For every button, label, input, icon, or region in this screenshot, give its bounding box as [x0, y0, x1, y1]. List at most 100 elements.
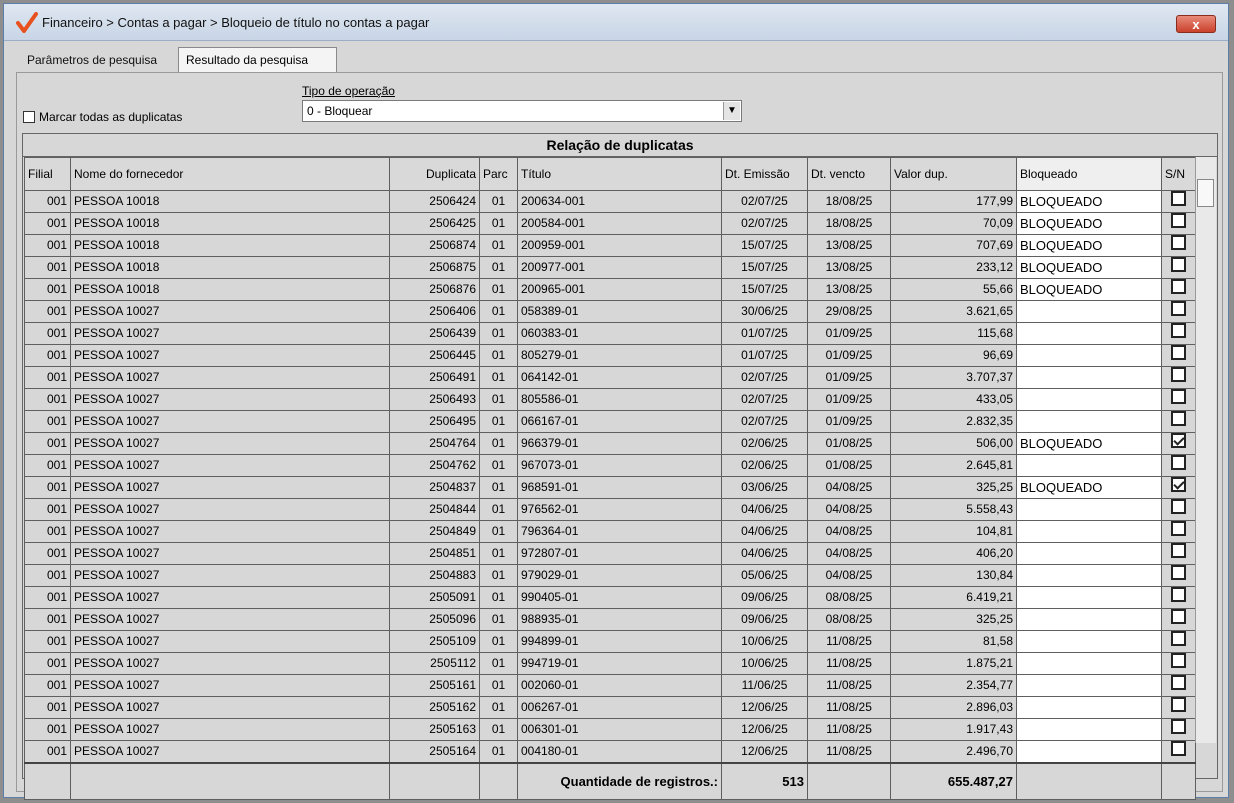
cell-filial: 001 [24, 498, 71, 521]
row-select-checkbox[interactable] [1171, 433, 1186, 448]
table-row[interactable]: 001 PESSOA 10027 2505164 01 004180-01 12/06/2… [24, 740, 1196, 764]
col-header-emissao[interactable]: Dt. Emissão [721, 157, 808, 191]
scrollbar-thumb[interactable] [1197, 179, 1214, 207]
table-row[interactable]: 001 PESSOA 10018 2506876 01 200965-001 15/07/… [24, 278, 1196, 301]
cell-bloqueado[interactable]: BLOQUEADO [1016, 234, 1162, 257]
cell-bloqueado[interactable] [1016, 586, 1162, 609]
row-select-checkbox[interactable] [1171, 719, 1186, 734]
col-header-vencto[interactable]: Dt. vencto [807, 157, 891, 191]
mark-all-checkbox[interactable] [23, 110, 35, 123]
col-header-duplicata[interactable]: Duplicata [389, 157, 480, 191]
cell-bloqueado[interactable] [1016, 388, 1162, 411]
table-row[interactable]: 001 PESSOA 10018 2506874 01 200959-001 15/07/… [24, 234, 1196, 257]
row-select-checkbox[interactable] [1171, 345, 1186, 360]
col-header-bloqueado[interactable]: Bloqueado [1016, 157, 1162, 191]
table-row[interactable]: 001 PESSOA 10027 2504762 01 967073-01 02/06/2… [24, 454, 1196, 477]
row-select-checkbox[interactable] [1171, 367, 1186, 382]
table-row[interactable]: 001 PESSOA 10027 2505162 01 006267-01 12/06/2… [24, 696, 1196, 719]
cell-bloqueado[interactable] [1016, 366, 1162, 389]
cell-bloqueado[interactable] [1016, 542, 1162, 565]
row-select-checkbox[interactable] [1171, 653, 1186, 668]
table-row[interactable]: 001 PESSOA 10027 2506493 01 805586-01 02/07/2… [24, 388, 1196, 411]
cell-bloqueado[interactable] [1016, 344, 1162, 367]
row-select-checkbox[interactable] [1171, 587, 1186, 602]
cell-fornecedor: PESSOA 10027 [70, 300, 390, 323]
row-select-checkbox[interactable] [1171, 257, 1186, 272]
table-row[interactable]: 001 PESSOA 10027 2504764 01 966379-01 02/06/2… [24, 432, 1196, 455]
table-row[interactable]: 001 PESSOA 10027 2505096 01 988935-01 09/06/2… [24, 608, 1196, 631]
cell-bloqueado[interactable] [1016, 652, 1162, 675]
cell-bloqueado[interactable] [1016, 696, 1162, 719]
table-row[interactable]: 001 PESSOA 10027 2504849 01 796364-01 04/06/2… [24, 520, 1196, 543]
table-row[interactable]: 001 PESSOA 10027 2505112 01 994719-01 10/06/2… [24, 652, 1196, 675]
col-header-filial[interactable]: Filial [24, 157, 71, 191]
row-select-checkbox[interactable] [1171, 675, 1186, 690]
row-select-checkbox[interactable] [1171, 697, 1186, 712]
table-row[interactable]: 001 PESSOA 10018 2506424 01 200634-001 02/07/… [24, 190, 1196, 213]
vertical-scrollbar[interactable] [1195, 157, 1216, 743]
tab-parametros-pesquisa[interactable]: Parâmetros de pesquisa [20, 48, 176, 72]
table-row[interactable]: 001 PESSOA 10027 2505163 01 006301-01 12/06/2… [24, 718, 1196, 741]
row-select-checkbox[interactable] [1171, 521, 1186, 536]
cell-bloqueado[interactable]: BLOQUEADO [1016, 278, 1162, 301]
cell-bloqueado[interactable] [1016, 740, 1162, 764]
cell-bloqueado[interactable] [1016, 674, 1162, 697]
cell-bloqueado[interactable]: BLOQUEADO [1016, 432, 1162, 455]
col-header-parc[interactable]: Parc [479, 157, 518, 191]
row-select-checkbox[interactable] [1171, 301, 1186, 316]
row-select-checkbox[interactable] [1171, 741, 1186, 756]
tab-resultado-pesquisa[interactable]: Resultado da pesquisa [178, 47, 337, 73]
close-button[interactable]: x [1176, 15, 1216, 33]
row-select-checkbox[interactable] [1171, 411, 1186, 426]
dropdown-arrow-icon[interactable]: ▼ [723, 102, 740, 120]
col-header-fornecedor[interactable]: Nome do fornecedor [70, 157, 390, 191]
mark-all-control[interactable]: Marcar todas as duplicatas [23, 109, 182, 124]
row-select-checkbox[interactable] [1171, 543, 1186, 558]
col-header-valor[interactable]: Valor dup. [890, 157, 1017, 191]
table-row[interactable]: 001 PESSOA 10027 2504883 01 979029-01 05/06/2… [24, 564, 1196, 587]
cell-bloqueado[interactable] [1016, 410, 1162, 433]
table-row[interactable]: 001 PESSOA 10027 2505091 01 990405-01 09/06/2… [24, 586, 1196, 609]
table-row[interactable]: 001 PESSOA 10027 2506495 01 066167-01 02/07/2… [24, 410, 1196, 433]
cell-bloqueado[interactable] [1016, 498, 1162, 521]
cell-bloqueado[interactable]: BLOQUEADO [1016, 256, 1162, 279]
cell-bloqueado[interactable]: BLOQUEADO [1016, 476, 1162, 499]
table-row[interactable]: 001 PESSOA 10027 2506406 01 058389-01 30/06/2… [24, 300, 1196, 323]
cell-bloqueado[interactable]: BLOQUEADO [1016, 190, 1162, 213]
cell-bloqueado[interactable] [1016, 520, 1162, 543]
row-select-checkbox[interactable] [1171, 565, 1186, 580]
table-row[interactable]: 001 PESSOA 10027 2506491 01 064142-01 02/07/2… [24, 366, 1196, 389]
table-row[interactable]: 001 PESSOA 10027 2506445 01 805279-01 01/07/2… [24, 344, 1196, 367]
table-row[interactable]: 001 PESSOA 10027 2505161 01 002060-01 11/06/2… [24, 674, 1196, 697]
table-row[interactable]: 001 PESSOA 10018 2506425 01 200584-001 02/07/… [24, 212, 1196, 235]
table-row[interactable]: 001 PESSOA 10027 2504844 01 976562-01 04/06/2… [24, 498, 1196, 521]
cell-bloqueado[interactable] [1016, 300, 1162, 323]
row-select-checkbox[interactable] [1171, 191, 1186, 206]
table-row[interactable]: 001 PESSOA 10027 2506439 01 060383-01 01/07/2… [24, 322, 1196, 345]
cell-bloqueado[interactable] [1016, 454, 1162, 477]
table-row[interactable]: 001 PESSOA 10018 2506875 01 200977-001 15/07/… [24, 256, 1196, 279]
operation-type-select[interactable]: 0 - Bloquear ▼ [302, 100, 742, 122]
row-select-checkbox[interactable] [1171, 235, 1186, 250]
table-row[interactable]: 001 PESSOA 10027 2505109 01 994899-01 10/06/2… [24, 630, 1196, 653]
cell-bloqueado[interactable] [1016, 718, 1162, 741]
col-header-sn[interactable]: S/N [1161, 157, 1196, 191]
row-select-checkbox[interactable] [1171, 499, 1186, 514]
table-row[interactable]: 001 PESSOA 10027 2504851 01 972807-01 04/06/2… [24, 542, 1196, 565]
row-select-checkbox[interactable] [1171, 323, 1186, 338]
row-select-checkbox[interactable] [1171, 609, 1186, 624]
row-select-checkbox[interactable] [1171, 279, 1186, 294]
row-select-checkbox[interactable] [1171, 477, 1186, 492]
cell-bloqueado[interactable] [1016, 322, 1162, 345]
table-row[interactable]: 001 PESSOA 10027 2504837 01 968591-01 03/06/2… [24, 476, 1196, 499]
cell-bloqueado[interactable] [1016, 608, 1162, 631]
cell-parc: 01 [479, 278, 518, 301]
col-header-titulo[interactable]: Título [517, 157, 722, 191]
row-select-checkbox[interactable] [1171, 631, 1186, 646]
row-select-checkbox[interactable] [1171, 213, 1186, 228]
cell-bloqueado[interactable] [1016, 630, 1162, 653]
cell-bloqueado[interactable]: BLOQUEADO [1016, 212, 1162, 235]
row-select-checkbox[interactable] [1171, 389, 1186, 404]
cell-bloqueado[interactable] [1016, 564, 1162, 587]
row-select-checkbox[interactable] [1171, 455, 1186, 470]
